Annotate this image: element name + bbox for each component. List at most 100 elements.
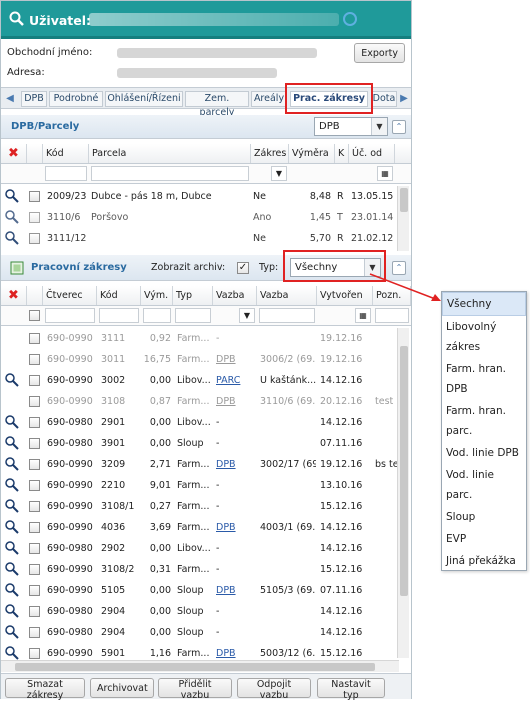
work-filter-vym[interactable] bbox=[143, 308, 171, 323]
zoom-icon[interactable] bbox=[5, 478, 19, 492]
dpb-col-kod[interactable]: Kód bbox=[43, 144, 89, 163]
cell-vazba[interactable]: DPB bbox=[216, 454, 256, 475]
row-checkbox[interactable] bbox=[29, 543, 40, 554]
work-table-row[interactable]: 690-0980 2902 0,00 Libov... - 14.12.16 bbox=[1, 538, 397, 559]
exports-button[interactable]: Exporty bbox=[354, 43, 405, 63]
cell-vazba[interactable]: DPB bbox=[216, 517, 256, 538]
dropdown-option[interactable]: Jiná překážka bbox=[442, 550, 526, 572]
assign-link-button[interactable]: Přidělit vazbu bbox=[158, 678, 232, 701]
select-all-checkbox[interactable] bbox=[29, 310, 40, 321]
row-checkbox[interactable] bbox=[29, 606, 40, 617]
dpb-filter-kod[interactable] bbox=[45, 166, 87, 181]
work-scroll-thumb[interactable] bbox=[400, 346, 408, 596]
calendar-icon[interactable]: ▦ bbox=[355, 308, 371, 323]
tab-podrobne[interactable]: Podrobné bbox=[49, 91, 103, 107]
work-col-kod[interactable]: Kód bbox=[97, 286, 141, 305]
zoom-icon[interactable] bbox=[5, 520, 19, 534]
row-checkbox[interactable] bbox=[29, 501, 40, 512]
dpb-col-zakres[interactable]: Zákres bbox=[251, 144, 289, 163]
work-filter-typ[interactable] bbox=[175, 308, 211, 323]
tab-dota[interactable]: Dota bbox=[371, 91, 397, 107]
dpb-scroll-thumb[interactable] bbox=[400, 188, 408, 212]
dpb-table-row[interactable]: 3111/12 Ne 5,70 R 21.02.12 bbox=[1, 228, 397, 249]
row-checkbox[interactable] bbox=[29, 233, 40, 244]
row-checkbox[interactable] bbox=[29, 375, 40, 386]
dpb-col-parcela[interactable]: Parcela bbox=[89, 144, 251, 163]
row-checkbox[interactable] bbox=[29, 564, 40, 575]
dpb-table-row[interactable]: 2009/23 Dubce - pás 18 m, Dubce Ne 8,48 R 13.… bbox=[1, 186, 397, 207]
zoom-icon[interactable] bbox=[5, 457, 19, 471]
tab-zem-parcely[interactable]: Zem. parcely bbox=[185, 91, 249, 118]
collapse-up-icon[interactable]: ⌃ bbox=[392, 120, 406, 134]
row-checkbox[interactable] bbox=[29, 459, 40, 470]
cell-vazba[interactable]: DPB bbox=[216, 580, 256, 601]
dpb-col-k[interactable]: K bbox=[335, 144, 349, 163]
work-table-row[interactable]: 690-0990 3209 2,71 Farm... DPB 3002/17 (69...… bbox=[1, 454, 399, 475]
row-checkbox[interactable] bbox=[29, 480, 40, 491]
cell-vazba[interactable]: DPB bbox=[216, 391, 256, 412]
dpb-filter-zakres-dropdown[interactable]: ▼ bbox=[271, 166, 287, 181]
cell-vazba[interactable]: PARC bbox=[216, 370, 256, 391]
delete-x-icon[interactable]: ✖ bbox=[1, 144, 27, 163]
archive-button[interactable]: Archivovat bbox=[90, 678, 154, 698]
work-filter-ctverec[interactable] bbox=[45, 308, 95, 323]
dropdown-option[interactable]: EVP bbox=[442, 528, 526, 550]
archive-checkbox[interactable]: ✓ bbox=[237, 262, 249, 274]
work-col-typ[interactable]: Typ bbox=[173, 286, 213, 305]
work-table-row[interactable]: 690-0990 3002 0,00 Libov... PARC U kaštánk...… bbox=[1, 370, 397, 391]
row-checkbox[interactable] bbox=[29, 212, 40, 223]
work-filter-pozn[interactable] bbox=[375, 308, 409, 323]
dropdown-option[interactable]: Farm. hran. parc. bbox=[442, 400, 526, 442]
row-checkbox[interactable] bbox=[29, 648, 40, 659]
dpb-col-uc-od[interactable]: Úč. od bbox=[349, 144, 395, 163]
zoom-icon[interactable] bbox=[5, 189, 19, 203]
work-table-row[interactable]: 690-0990 3108/2 0,31 Farm... - 15.12.16 bbox=[1, 559, 397, 580]
zoom-icon[interactable] bbox=[5, 231, 19, 245]
dpb-filter-parcela[interactable] bbox=[91, 166, 249, 181]
work-table-row[interactable]: 690-0990 4036 3,69 Farm... DPB 4003/1 (69... 1… bbox=[1, 517, 397, 538]
row-checkbox[interactable] bbox=[29, 396, 40, 407]
work-horizontal-scrollbar[interactable] bbox=[1, 660, 399, 672]
work-table-row[interactable]: 690-0980 2901 0,00 Libov... - 14.12.16 bbox=[1, 412, 397, 433]
work-table-row[interactable]: 690-0980 2904 0,00 Sloup - 14.12.16 bbox=[1, 622, 397, 643]
work-col-vym[interactable]: Vým. bbox=[141, 286, 173, 305]
work-filter-popis[interactable] bbox=[259, 308, 315, 323]
dropdown-option[interactable]: Libovolný zákres bbox=[442, 316, 526, 358]
zoom-icon[interactable] bbox=[5, 562, 19, 576]
zoom-icon[interactable] bbox=[5, 436, 19, 450]
work-table-row[interactable]: 690-0990 3111 0,92 Farm... - 19.12.16 bbox=[1, 328, 397, 349]
delete-drawings-button[interactable]: Smazat zákresy bbox=[5, 678, 85, 701]
zoom-icon[interactable] bbox=[5, 625, 19, 639]
row-checkbox[interactable] bbox=[29, 438, 40, 449]
dropdown-option[interactable]: Sloup bbox=[442, 506, 526, 528]
work-table-row[interactable]: 690-0980 3901 0,00 Sloup - 07.11.16 bbox=[1, 433, 397, 454]
zoom-icon[interactable] bbox=[5, 373, 19, 387]
row-checkbox[interactable] bbox=[29, 354, 40, 365]
row-checkbox[interactable] bbox=[29, 627, 40, 638]
zoom-icon[interactable] bbox=[5, 499, 19, 513]
dpb-view-select[interactable]: DPB ▼ bbox=[314, 117, 388, 136]
unlink-button[interactable]: Odpojit vazbu bbox=[237, 678, 311, 701]
zoom-icon[interactable] bbox=[5, 583, 19, 597]
calendar-icon[interactable]: ▦ bbox=[377, 166, 393, 181]
tab-right-arrow-icon[interactable]: ▶ bbox=[397, 92, 411, 106]
work-col-vazba[interactable]: Vazba bbox=[213, 286, 257, 305]
work-col-vytvoren[interactable]: Vytvořen bbox=[317, 286, 373, 305]
work-col-vazba-popis[interactable]: Vazba popis bbox=[257, 286, 317, 321]
dropdown-option[interactable]: Vod. linie parc. bbox=[442, 464, 526, 506]
set-type-button[interactable]: Nastavit typ bbox=[317, 678, 385, 701]
work-table-row[interactable]: 690-0990 2210 9,01 Farm... - 13.10.16 bbox=[1, 475, 397, 496]
delete-x-icon[interactable]: ✖ bbox=[1, 286, 27, 305]
zoom-icon[interactable] bbox=[5, 646, 19, 660]
work-filter-kod[interactable] bbox=[99, 308, 139, 323]
zoom-icon[interactable] bbox=[5, 604, 19, 618]
dpb-table-row[interactable]: 3110/6 Poršovo Ano 1,45 T 23.01.14 bbox=[1, 207, 397, 228]
dropdown-option[interactable]: Vod. linie DPB bbox=[442, 442, 526, 464]
tab-left-arrow-icon[interactable]: ◀ bbox=[3, 92, 17, 106]
work-table-row[interactable]: 690-0990 3011 16,75 Farm... DPB 3006/2 (69...… bbox=[1, 349, 397, 370]
dpb-vertical-scrollbar[interactable] bbox=[397, 186, 409, 251]
row-checkbox[interactable] bbox=[29, 522, 40, 533]
work-table-row[interactable]: 690-0990 5105 0,00 Sloup DPB 5105/3 (69... 07.… bbox=[1, 580, 397, 601]
row-checkbox[interactable] bbox=[29, 333, 40, 344]
tab-arealy[interactable]: Areály bbox=[251, 91, 287, 107]
